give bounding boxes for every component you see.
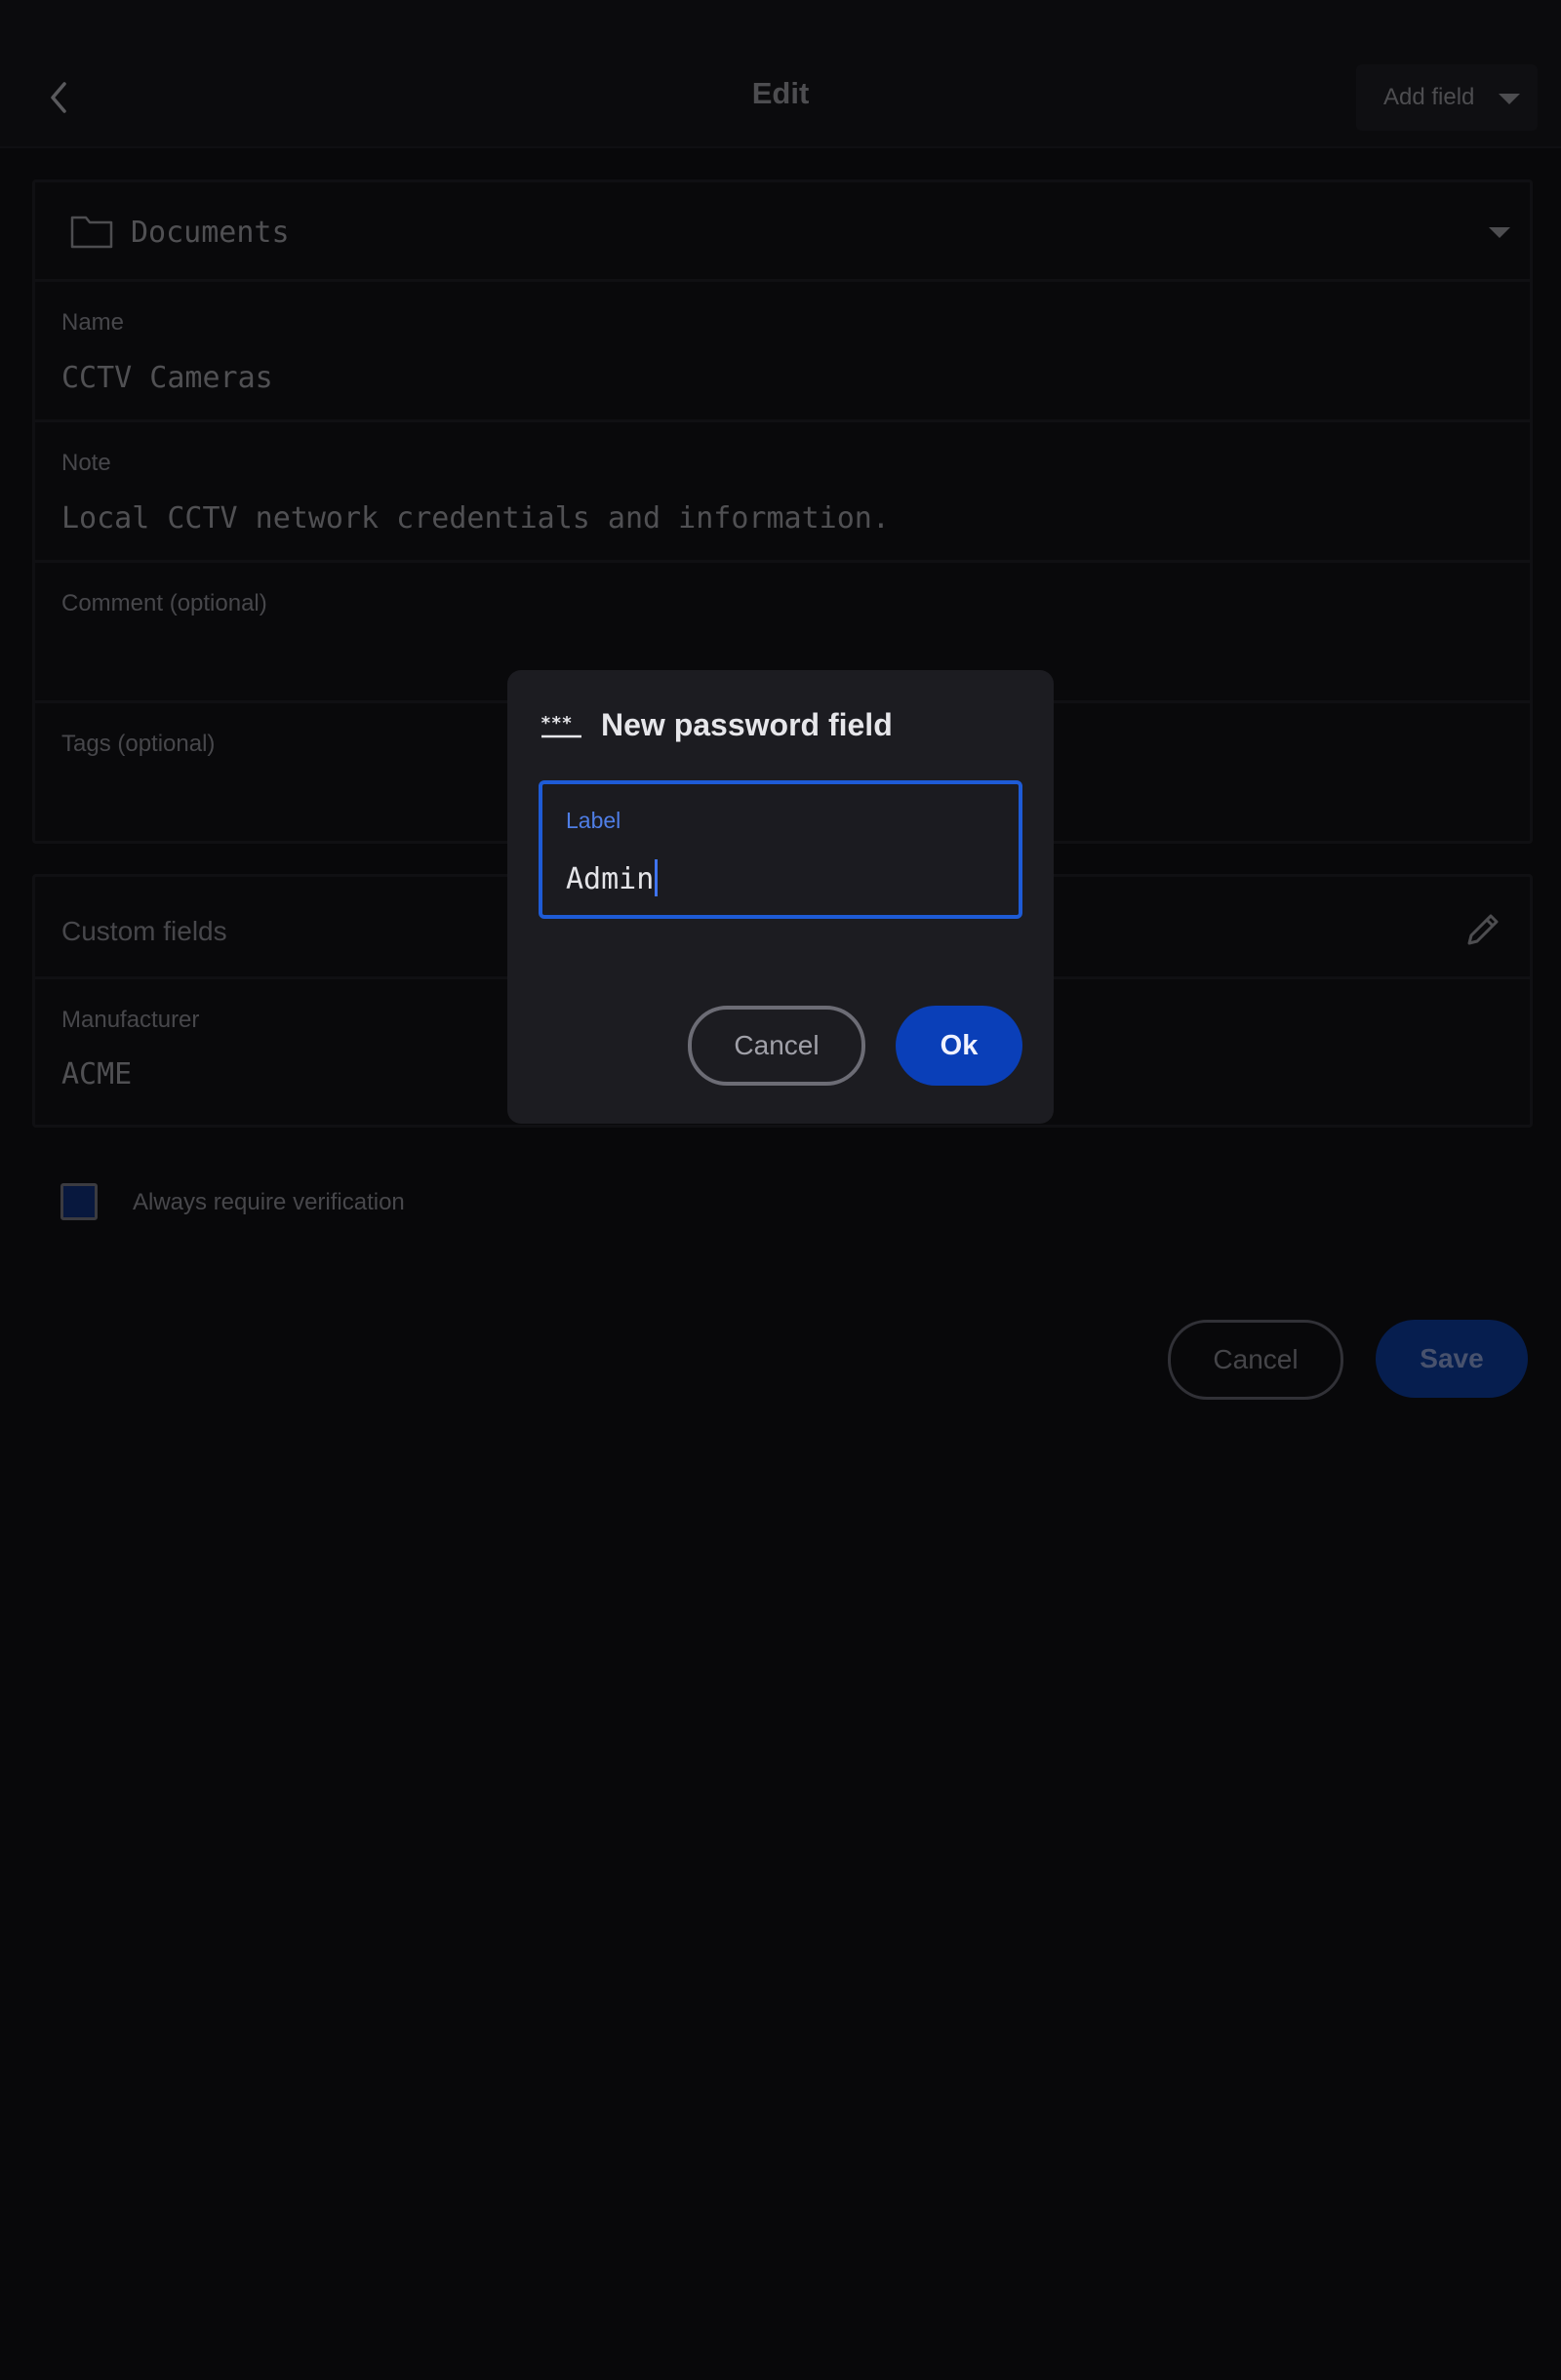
label-input[interactable]: Label Admin — [539, 780, 1022, 919]
label-input-label: Label — [566, 808, 621, 833]
new-password-field-dialog: *** New password field Label Admin Cance… — [507, 670, 1054, 1124]
dialog-title: New password field — [601, 707, 893, 742]
text-cursor — [655, 859, 659, 896]
modal-scrim[interactable] — [0, 0, 1561, 2380]
dialog-cancel-button[interactable]: Cancel — [688, 1006, 865, 1086]
dialog-ok-button[interactable]: Ok — [896, 1006, 1022, 1086]
label-input-value: Admin — [566, 859, 659, 896]
password-field-icon: *** — [540, 713, 581, 738]
svg-text:***: *** — [540, 713, 573, 734]
